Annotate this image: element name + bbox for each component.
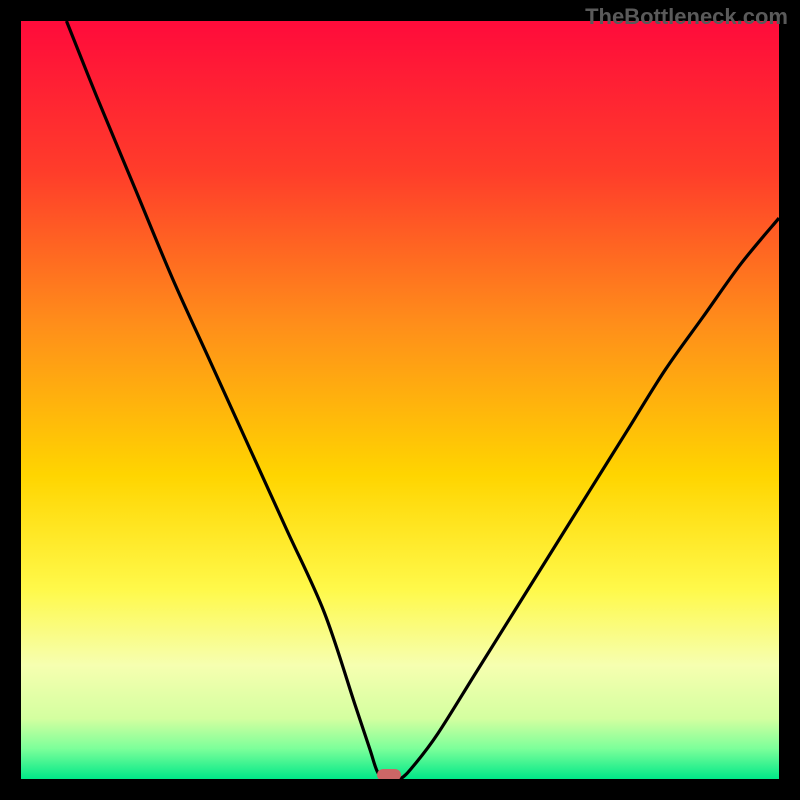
optimal-point-marker [377, 769, 401, 779]
bottleneck-chart [21, 21, 779, 779]
watermark-text: TheBottleneck.com [585, 4, 788, 30]
bottleneck-curve [21, 21, 779, 779]
